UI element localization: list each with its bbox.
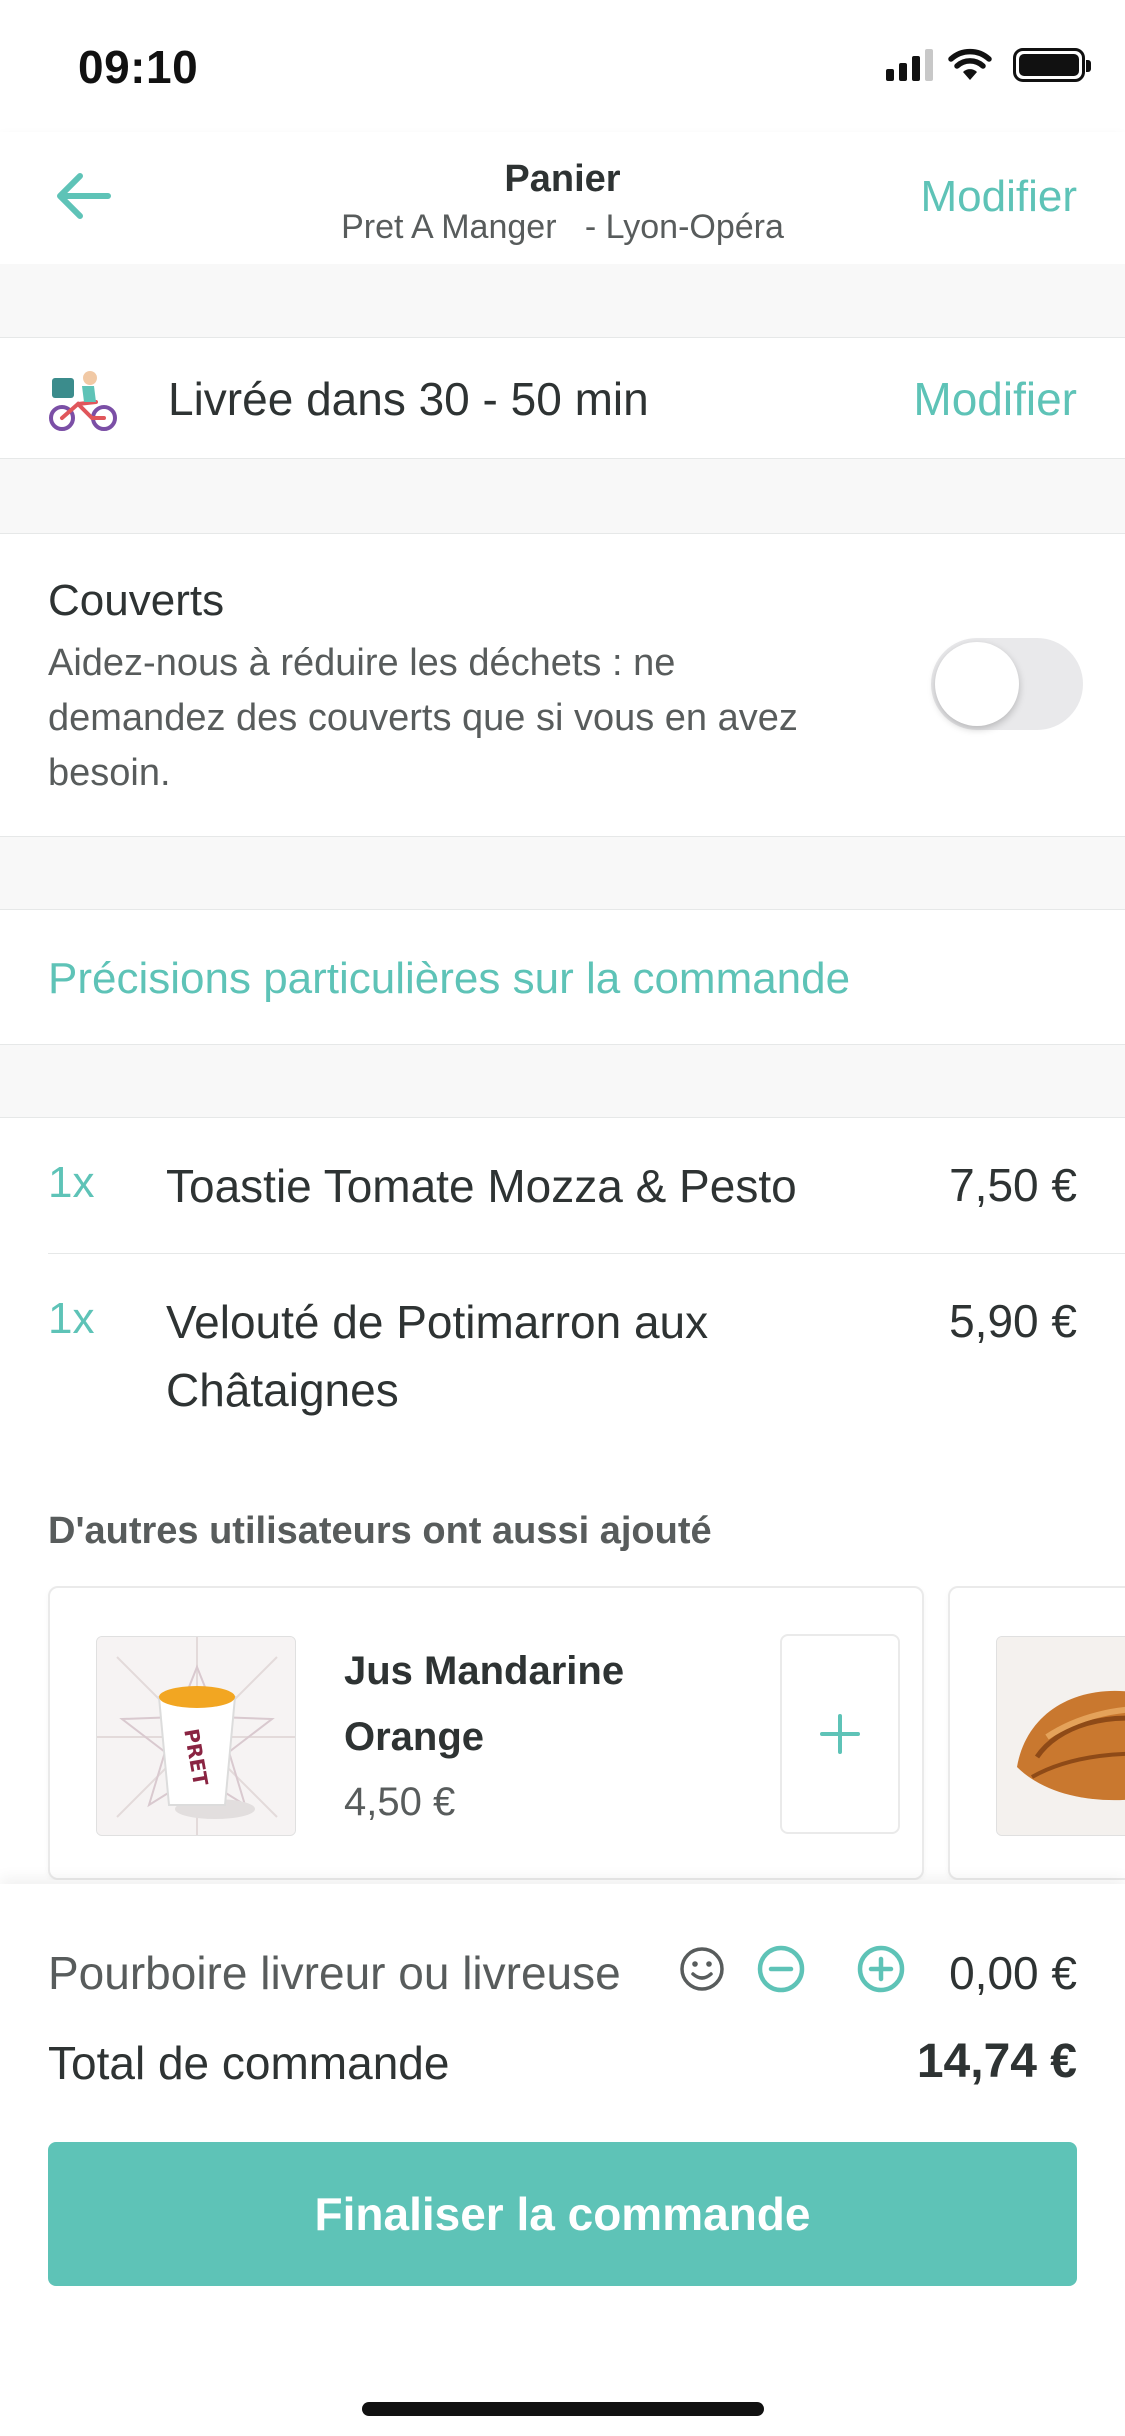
- section-divider: [0, 1044, 1125, 1118]
- croissant-image: [996, 1636, 1125, 1836]
- cutlery-description: Aidez-nous à réduire les déchets : ne de…: [48, 642, 798, 794]
- cart-item[interactable]: 1x Velouté de Potimarron aux Châtaignes …: [0, 1254, 1125, 1454]
- tip-label: Pourboire livreur ou livreuse: [48, 1947, 621, 1999]
- home-indicator[interactable]: [362, 2402, 764, 2416]
- add-recommendation-button[interactable]: [780, 1634, 900, 1834]
- smiley-icon: [680, 1947, 724, 1991]
- recommendations-carousel[interactable]: PRET Jus Mandarine Orange 4,50 €: [0, 1586, 1125, 1880]
- recommendation-name: Jus Mandarine Orange: [344, 1649, 625, 1759]
- tip-value: 0,00 €: [949, 1947, 1077, 1999]
- section-divider: [0, 264, 1125, 338]
- toggle-knob: [935, 642, 1019, 726]
- cutlery-toggle[interactable]: [931, 638, 1083, 730]
- item-price: 7,50 €: [949, 1159, 1077, 1211]
- delivery-time-text: Livrée dans 30 - 50 min: [168, 373, 649, 425]
- item-quantity[interactable]: 1x: [48, 1294, 94, 1344]
- special-requests-link[interactable]: Précisions particulières sur la commande: [48, 954, 850, 1004]
- croissant-illustration: [997, 1637, 1125, 1835]
- item-price: 5,90 €: [949, 1295, 1077, 1347]
- recommendation-card[interactable]: PRET Jus Mandarine Orange 4,50 €: [48, 1586, 924, 1880]
- cart-items: 1x Toastie Tomate Mozza & Pesto 7,50 € 1…: [0, 1118, 1125, 1454]
- cutlery-title: Couverts: [48, 576, 225, 625]
- recommendation-price: 4,50 €: [344, 1780, 456, 1824]
- battery-icon: [1013, 48, 1091, 82]
- checkout-footer: Pourboire livreur ou livreuse 0,00 € Tot…: [0, 1884, 1125, 2436]
- cutlery-section: Couverts Aidez-nous à réduire les déchet…: [0, 534, 1125, 836]
- navigation-bar: Panier Pret A Manger - Lyon-Opéra Modifi…: [0, 132, 1125, 264]
- item-name: Toastie Tomate Mozza & Pesto: [166, 1160, 797, 1212]
- total-label: Total de commande: [48, 2037, 450, 2089]
- status-bar: 09:10: [0, 0, 1125, 132]
- juice-cup-image: PRET: [96, 1636, 296, 1836]
- total-value: 14,74 €: [916, 2035, 1077, 2088]
- recommendation-card[interactable]: [948, 1586, 1125, 1880]
- item-name: Velouté de Potimarron aux Châtaignes: [166, 1296, 709, 1416]
- status-icons: [886, 48, 1091, 82]
- section-divider: [0, 458, 1125, 534]
- tip-controls: [678, 1944, 906, 1994]
- finalize-order-button[interactable]: Finaliser la commande: [48, 2142, 1077, 2286]
- tip-increase-icon[interactable]: [856, 1944, 906, 1994]
- tip-decrease-icon[interactable]: [756, 1944, 806, 1994]
- modify-restaurant-button[interactable]: Modifier: [921, 172, 1078, 222]
- cart-item[interactable]: 1x Toastie Tomate Mozza & Pesto 7,50 €: [0, 1118, 1125, 1254]
- modify-delivery-button[interactable]: Modifier: [913, 372, 1077, 426]
- status-time: 09:10: [78, 41, 199, 93]
- section-divider: [0, 836, 1125, 910]
- recommendations-title: D'autres utilisateurs ont aussi ajouté: [48, 1510, 712, 1552]
- wifi-icon: [948, 48, 992, 80]
- item-quantity[interactable]: 1x: [48, 1158, 94, 1208]
- special-requests-row[interactable]: Précisions particulières sur la commande: [0, 910, 1125, 1044]
- cellular-signal-icon: [886, 49, 933, 81]
- delivery-time-row: Livrée dans 30 - 50 min Modifier: [0, 338, 1125, 458]
- plus-icon: [820, 1714, 860, 1754]
- delivery-rider-icon: [49, 371, 117, 431]
- juice-cup-illustration: PRET: [97, 1637, 295, 1835]
